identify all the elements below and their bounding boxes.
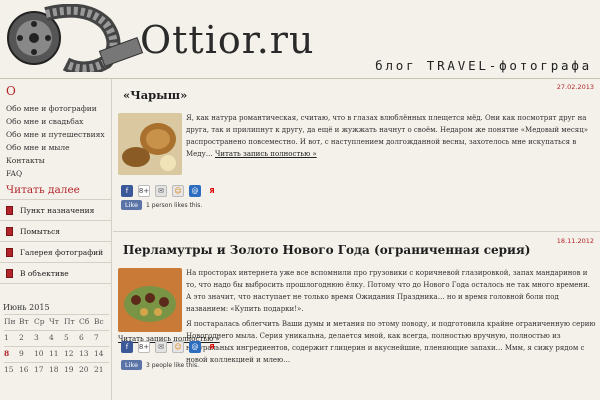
calendar-day-header: Пт — [64, 314, 79, 328]
post-date: 18.11.2012 — [556, 237, 594, 245]
sidebar-link-photo[interactable]: Обо мне и фотографии — [6, 102, 111, 115]
calendar-date: 6 — [79, 330, 94, 344]
sidebar-links: Обо мне и фотографии Обо мне и свадьбах … — [0, 98, 111, 180]
calendar-date: 19 — [64, 362, 79, 376]
category-marker-icon — [6, 247, 13, 257]
calendar-date: 1 — [4, 330, 19, 344]
read-more-link[interactable]: Читать запись полностью » — [215, 150, 317, 158]
calendar-date: 18 — [49, 362, 64, 376]
calendar-date: 14 — [94, 346, 109, 360]
category-marker-icon — [6, 205, 13, 215]
like-count: 3 people like this. — [145, 361, 199, 369]
google-plus-icon[interactable]: 8+ — [138, 185, 150, 197]
calendar-title: Июнь 2015 — [3, 303, 50, 312]
category-in-lens[interactable]: В объективе — [0, 263, 111, 284]
calendar-day-header: Пн — [4, 314, 19, 328]
calendar-date: 5 — [64, 330, 79, 344]
category-wash[interactable]: Помыться — [0, 221, 111, 242]
like-button[interactable]: Like — [121, 200, 142, 210]
calendar-date: 12 — [64, 346, 79, 360]
category-label: Галерея фотографий — [20, 247, 104, 257]
calendar-date: 11 — [49, 346, 64, 360]
category-destination[interactable]: Пункт назначения — [0, 200, 111, 221]
calendar-day-header: Сб — [79, 314, 94, 328]
calendar-day-header: Чт — [49, 314, 64, 328]
calendar-day-header: Вс — [94, 314, 109, 328]
facebook-icon[interactable]: f — [121, 341, 133, 353]
vk-icon[interactable]: ✉ — [155, 341, 167, 353]
sidebar-link-soap[interactable]: Обо мне и мыле — [6, 141, 111, 154]
post-thumbnail-soap[interactable] — [118, 268, 182, 332]
category-marker-icon — [6, 268, 13, 278]
yandex-icon[interactable]: Я — [206, 185, 218, 197]
sidebar-heading-about: О — [6, 84, 16, 98]
category-label: Пункт назначения — [20, 205, 95, 215]
odnoklassniki-icon[interactable]: ☺ — [172, 341, 184, 353]
calendar-date: 4 — [49, 330, 64, 344]
post-excerpt: Я, как натура романтическая, считаю, что… — [186, 112, 596, 160]
calendar-day-header: Вт — [19, 314, 34, 328]
site-title[interactable]: Ottior.ru — [140, 18, 314, 62]
mailru-icon[interactable]: @ — [189, 341, 201, 353]
like-button[interactable]: Like — [121, 360, 142, 370]
calendar-date: 13 — [79, 346, 94, 360]
category-label: Помыться — [20, 226, 61, 236]
yandex-icon[interactable]: Я — [206, 341, 218, 353]
site-header: Ottior.ru блог TRAVEL-фотографа — [0, 0, 600, 78]
calendar-date: 7 — [94, 330, 109, 344]
calendar-date: 21 — [94, 362, 109, 376]
calendar-date: 10 — [34, 346, 49, 360]
calendar-day-header: Ср — [34, 314, 49, 328]
calendar-date: 2 — [19, 330, 34, 344]
category-label: В объективе — [20, 268, 69, 278]
category-marker-icon — [6, 226, 13, 236]
calendar-date: 16 — [19, 362, 34, 376]
mailru-icon[interactable]: @ — [189, 185, 201, 197]
post-title[interactable]: «Чарыш» — [123, 88, 187, 102]
calendar-date: 17 — [34, 362, 49, 376]
calendar-grid: Пн Вт Ср Чт Пт Сб Вс 1 2 3 4 5 6 7 8 9 1… — [0, 314, 111, 376]
post-paragraph: На просторах интернета уже все вспомнили… — [186, 269, 590, 313]
calendar-date-today: 8 — [4, 346, 19, 360]
site-tagline: блог TRAVEL-фотографа — [375, 58, 592, 73]
facebook-like: Like 1 person likes this. — [121, 200, 202, 210]
odnoklassniki-icon[interactable]: ☺ — [172, 185, 184, 197]
facebook-icon[interactable]: f — [121, 185, 133, 197]
share-buttons: f 8+ ✉ ☺ @ Я — [121, 341, 218, 353]
sidebar-heading-read-more: Читать далее — [6, 184, 80, 196]
sidebar: О Обо мне и фотографии Обо мне и свадьба… — [0, 79, 112, 400]
post-thumbnail-honey[interactable] — [118, 113, 182, 175]
like-count: 1 person likes this. — [145, 201, 203, 209]
category-gallery[interactable]: Галерея фотографий — [0, 242, 111, 263]
vk-icon[interactable]: ✉ — [155, 185, 167, 197]
sidebar-link-weddings[interactable]: Обо мне и свадьбах — [6, 115, 111, 128]
post-title[interactable]: Перламутры и Золото Нового Года (огранич… — [123, 243, 530, 257]
calendar-date: 20 — [79, 362, 94, 376]
share-buttons: f 8+ ✉ ☺ @ Я — [121, 185, 218, 197]
sidebar-link-faq[interactable]: FAQ — [6, 167, 111, 180]
film-reel-logo — [7, 4, 144, 72]
sidebar-link-contacts[interactable]: Контакты — [6, 154, 111, 167]
post-excerpt: На просторах интернета уже все вспомнили… — [186, 267, 596, 369]
calendar-date: 9 — [19, 346, 34, 360]
post-divider — [113, 231, 600, 232]
calendar-date: 15 — [4, 362, 19, 376]
facebook-like: Like 3 people like this. — [121, 360, 199, 370]
google-plus-icon[interactable]: 8+ — [138, 341, 150, 353]
post-paragraph: Я постаралась облегчить Ваши думы и мета… — [186, 320, 596, 364]
post-date: 27.02.2013 — [556, 83, 594, 91]
sidebar-link-travel[interactable]: Обо мне и путешествиях — [6, 128, 111, 141]
calendar-date: 3 — [34, 330, 49, 344]
